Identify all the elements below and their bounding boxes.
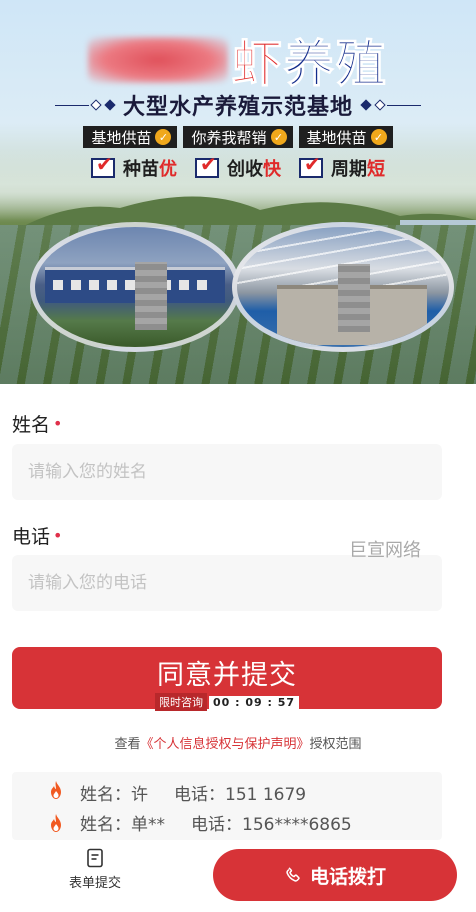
ticker-row: 姓名：许 电话：151 1679 bbox=[80, 785, 307, 805]
service-tags: 基地供苗 ✓ 你养我帮销 ✓ 基地供苗 ✓ bbox=[0, 126, 476, 148]
feature-item: 创收快 bbox=[195, 152, 281, 181]
feature-highlight: 快 bbox=[263, 159, 281, 180]
diamond-filled-icon bbox=[104, 99, 116, 111]
ticker-row: 姓名：单** 电话：156****6865 bbox=[80, 815, 352, 835]
name-label: 姓名 • bbox=[12, 414, 63, 436]
brand-farming-chars: 养殖 bbox=[284, 34, 388, 94]
feature-item: 周期短 bbox=[299, 152, 385, 181]
consent-text: 查看《个人信息授权与保护声明》授权范围 bbox=[114, 737, 362, 752]
banner-subtitle: 大型水产养殖示范基地 bbox=[122, 95, 353, 120]
checkbox-icon bbox=[195, 152, 219, 178]
call-label: 电话拨打 bbox=[309, 865, 386, 888]
tag-label: 基地供苗 bbox=[91, 128, 152, 147]
bottom-action-bar: 表单提交 电话拨打 bbox=[0, 840, 476, 912]
form-doc-icon bbox=[87, 848, 103, 868]
hero-banner: 虾养殖 大型水产养殖示范基地 基地供苗 ✓ 你养我帮销 ✓ 基地供苗 ✓ 种苗优 bbox=[0, 0, 476, 384]
feature-item: 种苗优 bbox=[91, 152, 177, 181]
tag-label: 你养我帮销 bbox=[191, 128, 267, 147]
brand-shrimp-char: 虾 bbox=[232, 34, 284, 94]
checkbox-icon bbox=[299, 152, 323, 178]
checkbox-icon bbox=[91, 152, 115, 178]
diamond-outline-icon bbox=[90, 99, 102, 111]
diamond-outline-icon bbox=[374, 99, 386, 111]
form-tab-label: 表单提交 bbox=[68, 876, 121, 891]
phone-call-button[interactable]: 电话拨打 bbox=[213, 849, 457, 901]
service-tag: 你养我帮销 ✓ bbox=[183, 126, 293, 148]
fire-icon bbox=[51, 814, 61, 832]
countdown-timer: 限时咨询 00 : 09 : 57 bbox=[154, 693, 300, 711]
submit-label: 同意并提交 bbox=[157, 660, 297, 691]
feature-label: 创收 bbox=[227, 159, 263, 180]
name-input[interactable] bbox=[12, 444, 442, 500]
pixelated-mask bbox=[135, 262, 167, 330]
pixelated-mask bbox=[338, 264, 370, 332]
timer-label: 限时咨询 bbox=[154, 693, 207, 711]
watermark-text: 巨宣网络 bbox=[349, 540, 421, 561]
feature-list: 种苗优 创收快 周期短 bbox=[0, 152, 476, 181]
feature-highlight: 短 bbox=[367, 159, 385, 180]
form-submit-tab[interactable]: 表单提交 bbox=[50, 848, 140, 904]
diamond-filled-icon bbox=[360, 99, 372, 111]
submissions-ticker: 姓名：许 电话：151 1679 姓名：单** 电话：156****6865 bbox=[12, 772, 442, 840]
feature-label: 种苗 bbox=[123, 159, 159, 180]
phone-input[interactable] bbox=[12, 555, 442, 611]
brand-title: 虾养殖 bbox=[0, 30, 476, 94]
required-mark: • bbox=[53, 526, 63, 545]
service-tag: 基地供苗 ✓ bbox=[83, 126, 178, 148]
brand-blurred-name bbox=[88, 37, 228, 83]
service-tag: 基地供苗 ✓ bbox=[298, 126, 393, 148]
feature-label: 周期 bbox=[331, 159, 367, 180]
timer-value: 00 : 09 : 57 bbox=[208, 695, 300, 709]
submit-button[interactable]: 同意并提交 限时咨询 00 : 09 : 57 bbox=[12, 647, 442, 711]
fire-icon bbox=[51, 781, 61, 799]
phone-icon bbox=[286, 867, 300, 882]
divider bbox=[54, 104, 89, 106]
phone-label: 电话 • bbox=[12, 526, 63, 548]
check-badge-icon: ✓ bbox=[155, 129, 172, 145]
subtitle-row: 大型水产养殖示范基地 bbox=[0, 90, 476, 120]
tag-label: 基地供苗 bbox=[306, 128, 367, 147]
check-badge-icon: ✓ bbox=[270, 129, 287, 145]
feature-highlight: 优 bbox=[159, 159, 177, 180]
check-badge-icon: ✓ bbox=[370, 129, 387, 145]
divider bbox=[387, 104, 421, 106]
privacy-policy-link[interactable]: 《个人信息授权与保护声明》 bbox=[140, 737, 309, 752]
required-mark: • bbox=[53, 414, 63, 433]
